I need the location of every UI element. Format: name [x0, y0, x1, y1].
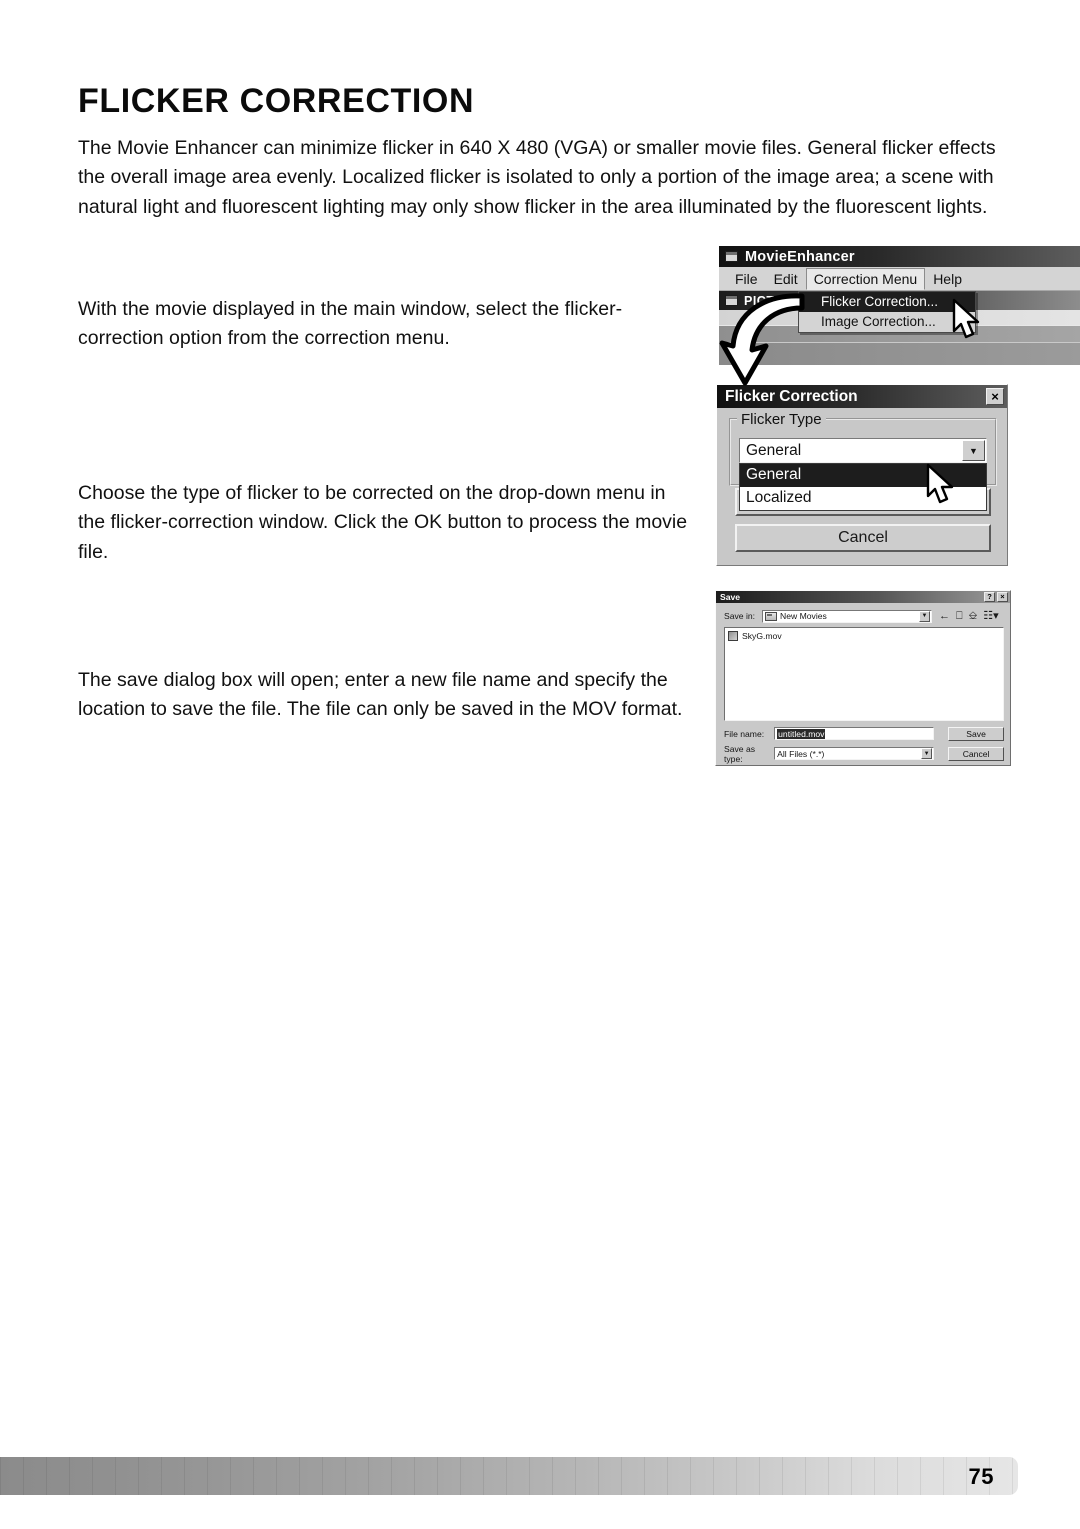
page-footer-bar: 75 — [0, 1457, 1018, 1495]
correction-menu-dropdown: Flicker Correction... Image Correction..… — [798, 291, 976, 333]
up-one-level-icon[interactable]: ⎕ — [956, 610, 963, 622]
save-in-label: Save in: — [724, 611, 756, 621]
file-name-value: untitled.mov — [777, 728, 826, 739]
view-menu-icon[interactable]: ☷▾ — [983, 610, 998, 622]
flicker-dialog-titlebar: Flicker Correction × — [717, 385, 1007, 408]
flicker-dialog-title-text: Flicker Correction — [725, 387, 858, 405]
step2-paragraph: Choose the type of flicker to be correct… — [78, 481, 688, 563]
file-type-combobox[interactable]: All Files (*.*) ▼ — [774, 747, 935, 760]
list-item[interactable]: SkyG.mov — [728, 631, 1003, 641]
save-in-row: Save in: New Movies ▼ ← ⎕ ⎒ ☷▾ — [724, 609, 1004, 623]
movie-enhancer-window-screenshot: MovieEnhancer File Edit Correction Menu … — [718, 245, 1080, 365]
save-dialog-file-list[interactable]: SkyG.mov — [724, 627, 1004, 721]
file-name-text: SkyG.mov — [742, 631, 782, 641]
save-in-combobox[interactable]: New Movies ▼ — [762, 609, 932, 623]
cancel-button[interactable]: Cancel — [735, 524, 991, 552]
cancel-button[interactable]: Cancel — [948, 746, 1004, 761]
option-general[interactable]: General — [740, 464, 986, 487]
save-button[interactable]: Save — [948, 726, 1004, 741]
page-number: 75 — [968, 1464, 994, 1489]
intro-paragraph: The Movie Enhancer can minimize flicker … — [78, 136, 996, 218]
close-icon[interactable]: × — [997, 592, 1008, 602]
file-name-input[interactable]: untitled.mov — [774, 727, 935, 740]
chevron-down-icon[interactable]: ▼ — [919, 610, 930, 622]
document-title-text: PICTO — [744, 293, 785, 308]
movie-enhancer-titlebar: MovieEnhancer — [719, 246, 1080, 267]
file-type-value: All Files (*.*) — [777, 748, 825, 759]
flicker-type-dropdown-list: General Localized — [739, 463, 987, 511]
file-type-label: Save as type: — [724, 743, 756, 764]
save-dialog-screenshot: Save ? × Save in: New Movies ▼ ← ⎕ ⎒ ☷▾ … — [715, 590, 1011, 766]
file-name-label: File name: — [724, 728, 765, 739]
flicker-correction-dialog-screenshot: Flicker Correction × Flicker Type Genera… — [716, 384, 1008, 566]
close-icon[interactable]: × — [986, 388, 1004, 405]
folder-icon — [765, 611, 777, 621]
flicker-type-group-label: Flicker Type — [737, 411, 826, 428]
file-name-row: File name: untitled.mov Save — [724, 726, 1004, 741]
save-dialog-toolbar: ← ⎕ ⎒ ☷▾ — [939, 610, 999, 622]
document-window-icon — [725, 295, 738, 306]
step1-paragraph: With the movie displayed in the main win… — [78, 297, 623, 350]
footer-tick-marks — [0, 1457, 1018, 1495]
step3-paragraph: The save dialog box will open; enter a n… — [78, 668, 683, 721]
back-arrow-icon[interactable]: ← — [939, 610, 950, 622]
save-dialog-titlebar: Save ? × — [716, 591, 1010, 603]
menu-correction-menu[interactable]: Correction Menu — [805, 267, 926, 290]
flicker-type-selected-value: General — [746, 441, 802, 459]
save-dialog-title-text: Save — [720, 592, 741, 602]
option-localized[interactable]: Localized — [740, 487, 986, 510]
movie-file-icon — [728, 631, 738, 641]
save-in-value: New Movies — [780, 611, 827, 621]
new-folder-icon[interactable]: ⎒ — [969, 610, 978, 622]
chevron-down-icon[interactable]: ▼ — [921, 748, 933, 759]
movie-enhancer-menubar: File Edit Correction Menu Help — [719, 267, 1080, 291]
save-dialog-titlebar-buttons: ? × — [984, 592, 1008, 602]
chevron-down-icon[interactable]: ▼ — [962, 440, 985, 461]
page-title: FLICKER CORRECTION — [78, 81, 475, 120]
flicker-type-combobox[interactable]: General ▼ — [739, 438, 987, 463]
menu-item-image-correction[interactable]: Image Correction... — [799, 312, 975, 332]
movie-enhancer-title-text: MovieEnhancer — [745, 248, 855, 265]
application-window-icon — [725, 251, 738, 262]
help-icon[interactable]: ? — [984, 592, 995, 602]
movie-enhancer-content-strip — [719, 342, 1080, 365]
menu-item-flicker-correction[interactable]: Flicker Correction... — [799, 292, 975, 312]
menu-file[interactable]: File — [727, 268, 766, 290]
menu-help[interactable]: Help — [925, 268, 970, 290]
menu-edit[interactable]: Edit — [766, 268, 806, 290]
file-type-row: Save as type: All Files (*.*) ▼ Cancel — [724, 744, 1004, 764]
